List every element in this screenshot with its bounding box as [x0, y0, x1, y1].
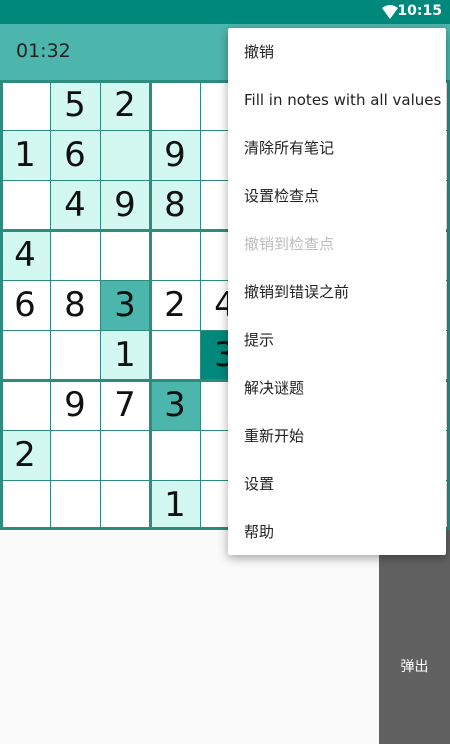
sudoku-cell[interactable] — [50, 330, 100, 380]
game-timer: 01:32 — [16, 40, 71, 62]
sudoku-cell[interactable]: 4 — [0, 230, 50, 280]
sudoku-cell[interactable] — [150, 430, 200, 480]
overflow-menu: 撤销 Fill in notes with all values 清除所有笔记 设置检… — [228, 28, 446, 555]
grid-line-vertical — [200, 80, 201, 530]
sudoku-cell[interactable]: 1 — [100, 330, 150, 380]
sudoku-cell[interactable] — [50, 230, 100, 280]
sudoku-cell[interactable] — [0, 380, 50, 430]
sudoku-cell[interactable] — [100, 480, 150, 530]
sudoku-cell[interactable]: 2 — [0, 430, 50, 480]
sudoku-cell[interactable]: 1 — [150, 480, 200, 530]
grid-line-vertical — [100, 80, 101, 530]
sudoku-cell[interactable]: 9 — [100, 180, 150, 230]
sudoku-cell[interactable] — [100, 430, 150, 480]
wifi-icon — [382, 5, 398, 19]
popup-button-label: 弹出 — [400, 659, 429, 675]
sudoku-cell[interactable] — [0, 330, 50, 380]
menu-item[interactable]: 帮助 — [228, 508, 446, 556]
grid-line-vertical — [50, 80, 51, 530]
menu-item[interactable]: 清除所有笔记 — [228, 124, 446, 172]
status-bar: 10:15 — [0, 0, 450, 24]
menu-item[interactable]: 撤销到错误之前 — [228, 268, 446, 316]
sudoku-cell[interactable] — [100, 130, 150, 180]
menu-item[interactable]: 提示 — [228, 316, 446, 364]
sudoku-cell[interactable]: 6 — [0, 280, 50, 330]
sudoku-cell[interactable]: 3 — [100, 280, 150, 330]
menu-item[interactable]: Fill in notes with all values — [228, 76, 446, 124]
sudoku-cell[interactable]: 8 — [150, 180, 200, 230]
menu-item[interactable]: 重新开始 — [228, 412, 446, 460]
sudoku-cell[interactable]: 2 — [100, 80, 150, 130]
sudoku-cell[interactable] — [150, 80, 200, 130]
sudoku-cell[interactable] — [150, 330, 200, 380]
grid-line-vertical — [149, 80, 152, 530]
sudoku-cell[interactable]: 5 — [50, 80, 100, 130]
sudoku-cell[interactable]: 2 — [150, 280, 200, 330]
menu-item[interactable]: 解决谜题 — [228, 364, 446, 412]
sudoku-cell[interactable]: 9 — [150, 130, 200, 180]
grid-line-vertical — [0, 80, 3, 530]
sudoku-cell[interactable]: 7 — [100, 380, 150, 430]
sudoku-cell[interactable] — [50, 480, 100, 530]
sudoku-cell[interactable]: 4 — [50, 180, 100, 230]
sudoku-cell[interactable]: 8 — [50, 280, 100, 330]
status-time: 10:15 — [397, 3, 442, 19]
sudoku-cell[interactable] — [0, 180, 50, 230]
sudoku-cell[interactable] — [0, 80, 50, 130]
popup-button[interactable]: 弹出 — [379, 530, 450, 744]
sudoku-cell[interactable] — [50, 430, 100, 480]
menu-item[interactable]: 撤销 — [228, 28, 446, 76]
sudoku-cell[interactable]: 6 — [50, 130, 100, 180]
sudoku-cell[interactable]: 3 — [150, 380, 200, 430]
sudoku-cell[interactable]: 9 — [50, 380, 100, 430]
sudoku-cell[interactable] — [150, 230, 200, 280]
sudoku-cell[interactable]: 1 — [0, 130, 50, 180]
sudoku-cell[interactable] — [100, 230, 150, 280]
menu-item[interactable]: 设置检查点 — [228, 172, 446, 220]
menu-item[interactable]: 设置 — [228, 460, 446, 508]
sudoku-cell[interactable] — [0, 480, 50, 530]
menu-item: 撤销到检查点 — [244, 235, 335, 253]
